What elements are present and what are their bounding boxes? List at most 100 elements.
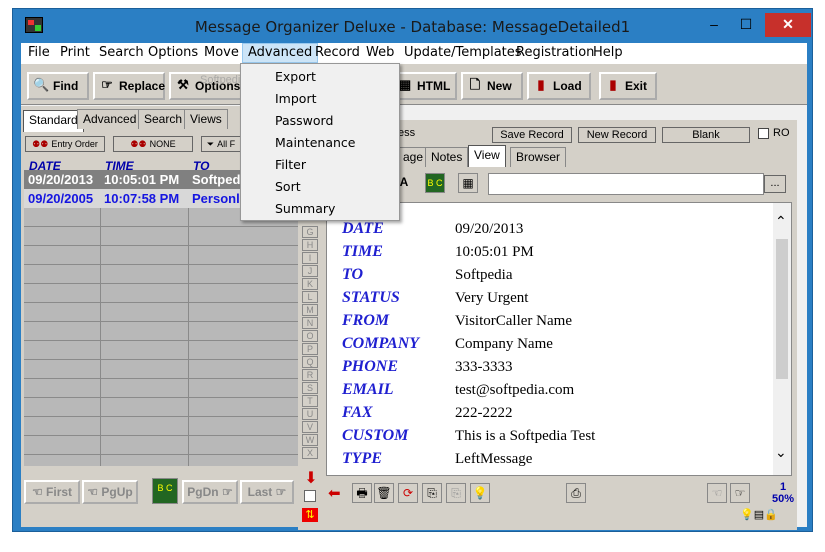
tab-advanced[interactable]: Advanced bbox=[77, 109, 143, 129]
alpha-g-button[interactable]: G bbox=[302, 226, 318, 238]
tab-views[interactable]: Views bbox=[184, 109, 228, 129]
alpha-x-button[interactable]: X bbox=[302, 447, 318, 459]
field-label: PHONE bbox=[342, 358, 398, 375]
next-hand-icon[interactable]: ☞ bbox=[730, 483, 750, 503]
field-label: TIME bbox=[342, 243, 383, 260]
menu-item-summary[interactable]: Summary bbox=[275, 201, 335, 216]
minimize-button[interactable]: – bbox=[699, 13, 729, 37]
menu-print[interactable]: Print bbox=[60, 45, 90, 60]
menu-search[interactable]: Search bbox=[99, 45, 144, 60]
field-value: 10:05:01 PM bbox=[455, 244, 534, 260]
menu-registration[interactable]: Registration bbox=[516, 45, 594, 60]
scroll-thumb[interactable] bbox=[776, 239, 788, 379]
menu-item-import[interactable]: Import bbox=[275, 91, 317, 106]
exit-button[interactable]: ▮ Exit bbox=[599, 72, 657, 100]
field-value: 09/20/2013 bbox=[455, 221, 524, 237]
filter-all-button[interactable]: ⏷ All F bbox=[201, 136, 241, 152]
load-button[interactable]: ▮ Load bbox=[527, 72, 591, 100]
alpha-r-button[interactable]: R bbox=[302, 369, 318, 381]
sort-entry-order-button[interactable]: ⚉⚉ Entry Order bbox=[25, 136, 105, 152]
calendar-icon[interactable]: ▦ bbox=[458, 173, 478, 193]
down-arrow-icon[interactable]: ⬇ bbox=[303, 468, 319, 487]
alpha-l-button[interactable]: L bbox=[302, 291, 318, 303]
alpha-v-button[interactable]: V bbox=[302, 421, 318, 433]
pgup-label: PgUp bbox=[101, 485, 133, 499]
menu-move[interactable]: Move bbox=[204, 45, 239, 60]
trash-icon[interactable]: 🗑 bbox=[374, 483, 394, 503]
print-icon[interactable]: 🖶 bbox=[352, 483, 372, 503]
tab-search[interactable]: Search bbox=[138, 109, 189, 129]
record-doc-icon[interactable]: ⎙ bbox=[566, 483, 586, 503]
replace-button[interactable]: ☞ Replace bbox=[93, 72, 165, 100]
alpha-k-button[interactable]: K bbox=[302, 278, 318, 290]
tab-standard[interactable]: Standard bbox=[23, 110, 84, 132]
save-record-button[interactable]: Save Record bbox=[492, 127, 572, 143]
blank-button[interactable]: Blank bbox=[662, 127, 750, 143]
bulb-icon[interactable]: 💡 bbox=[470, 483, 490, 503]
find-button[interactable]: 🔍 Find bbox=[27, 72, 89, 100]
magnifier-icon: 🔍 bbox=[33, 77, 50, 92]
field-value: VisitorCaller Name bbox=[455, 313, 572, 329]
replace-icon: ☞ bbox=[101, 77, 113, 92]
pgup-button[interactable]: ☜ PgUp bbox=[82, 480, 138, 504]
html-button[interactable]: ▦ HTML bbox=[391, 72, 457, 100]
ellipsis-button[interactable]: ... bbox=[764, 175, 786, 193]
field-value: Company Name bbox=[455, 336, 553, 352]
alpha-m-button[interactable]: M bbox=[302, 304, 318, 316]
menu-advanced[interactable]: Advanced bbox=[242, 43, 319, 63]
tab-browser[interactable]: Browser bbox=[510, 147, 567, 167]
field-label: CUSTOM bbox=[342, 427, 409, 444]
menu-web[interactable]: Web bbox=[366, 45, 394, 60]
menu-item-maintenance[interactable]: Maintenance bbox=[275, 135, 356, 150]
refresh-icon[interactable]: ⟳ bbox=[398, 483, 418, 503]
new-button[interactable]: 🗋 New bbox=[461, 72, 523, 100]
scroll-up-icon[interactable]: ⌃ bbox=[775, 213, 787, 230]
alpha-p-button[interactable]: P bbox=[302, 343, 318, 355]
close-button[interactable]: ✕ bbox=[765, 13, 811, 37]
format-icon[interactable]: B C bbox=[152, 478, 178, 504]
alpha-u-button[interactable]: U bbox=[302, 408, 318, 420]
ro-checkbox[interactable] bbox=[758, 128, 769, 139]
first-button[interactable]: ☜ First bbox=[24, 480, 80, 504]
pgdn-button[interactable]: PgDn ☞ bbox=[182, 480, 238, 504]
tab-notes[interactable]: Notes bbox=[425, 147, 469, 167]
alpha-t-button[interactable]: T bbox=[302, 395, 318, 407]
menu-item-filter[interactable]: Filter bbox=[275, 157, 306, 172]
alpha-s-button[interactable]: S bbox=[302, 382, 318, 394]
menu-file[interactable]: File bbox=[28, 45, 50, 60]
maximize-button[interactable]: ☐ bbox=[731, 13, 761, 37]
scroll-down-icon[interactable]: ⌄ bbox=[775, 444, 787, 461]
alpha-j-button[interactable]: J bbox=[302, 265, 318, 277]
prev-hand-icon[interactable]: ☜ bbox=[707, 483, 727, 503]
menu-options[interactable]: Options bbox=[148, 45, 198, 60]
menu-item-export[interactable]: Export bbox=[275, 69, 316, 84]
checkbox[interactable] bbox=[304, 490, 316, 502]
alpha-h-button[interactable]: H bbox=[302, 239, 318, 251]
view-input[interactable] bbox=[488, 173, 764, 195]
menu-help[interactable]: Help bbox=[593, 45, 623, 60]
alpha-w-button[interactable]: W bbox=[302, 434, 318, 446]
menu-record[interactable]: Record bbox=[315, 45, 360, 60]
arrow-left-icon[interactable]: ⬅ bbox=[328, 484, 341, 502]
alpha-n-button[interactable]: N bbox=[302, 317, 318, 329]
last-button[interactable]: Last ☞ bbox=[240, 480, 294, 504]
alpha-o-button[interactable]: O bbox=[302, 330, 318, 342]
menu-item-password[interactable]: Password bbox=[275, 113, 333, 128]
alpha-i-button[interactable]: I bbox=[302, 252, 318, 264]
cell-date: 09/20/2013 bbox=[28, 172, 94, 187]
copy-icon[interactable]: ⎘ bbox=[422, 483, 442, 503]
swap-icon[interactable]: ⇅ bbox=[302, 508, 318, 522]
books-icon: ▮ bbox=[537, 77, 545, 92]
alpha-q-button[interactable]: Q bbox=[302, 356, 318, 368]
sort-none-button[interactable]: ⚉⚉ NONE bbox=[113, 136, 193, 152]
sort-none-label: NONE bbox=[149, 139, 176, 149]
new-record-button[interactable]: New Record bbox=[578, 127, 656, 143]
field-label: DATE bbox=[342, 220, 384, 237]
paste-icon[interactable]: ⎘ bbox=[446, 483, 466, 503]
format-icon[interactable]: B C bbox=[425, 173, 445, 193]
menu-update-templates[interactable]: Update/Templates bbox=[404, 45, 522, 60]
scrollbar[interactable]: ⌃ ⌄ bbox=[773, 203, 791, 475]
tab-view[interactable]: View bbox=[468, 145, 506, 167]
cell-time: 10:07:58 PM bbox=[104, 191, 180, 206]
menu-item-sort[interactable]: Sort bbox=[275, 179, 301, 194]
